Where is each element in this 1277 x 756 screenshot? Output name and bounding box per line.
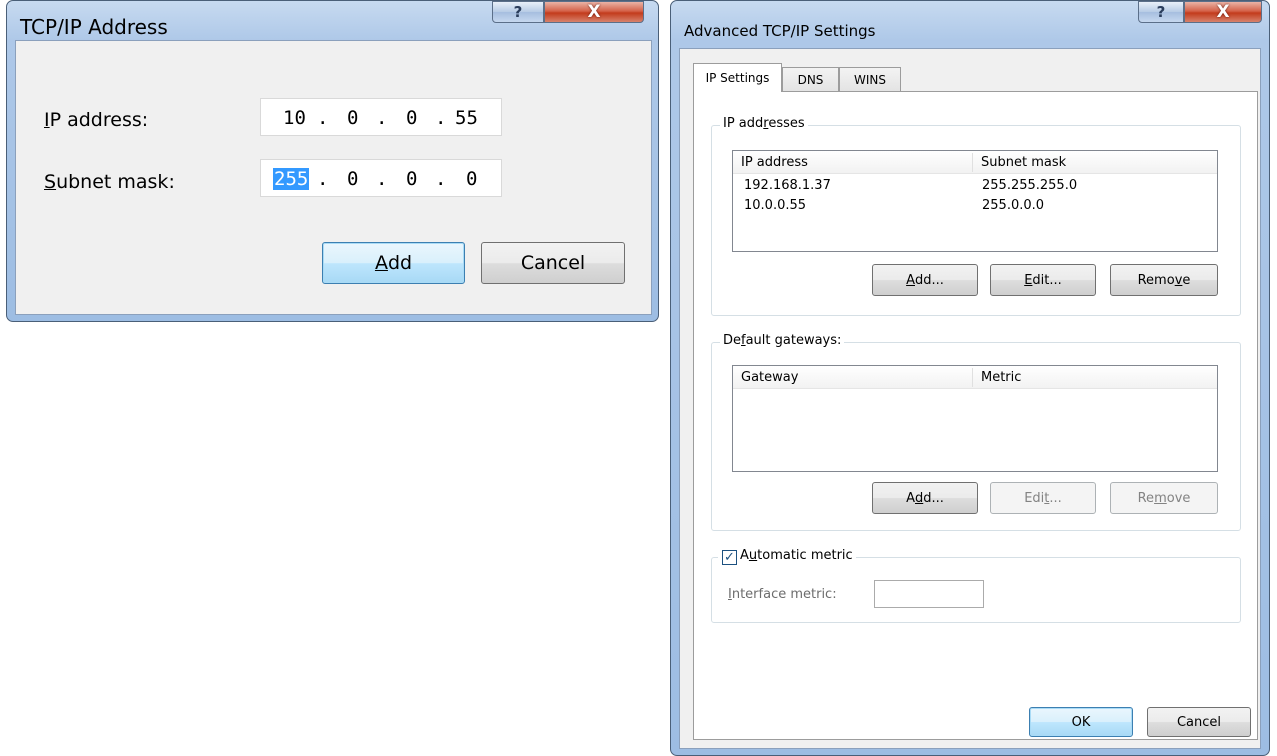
ip-remove-button[interactable]: Remo v e xyxy=(1110,264,1218,296)
tab-ip-settings[interactable]: IP Settings xyxy=(693,63,782,92)
column-header-gateway[interactable]: Gateway xyxy=(733,366,973,389)
close-icon: X xyxy=(587,2,601,22)
tab-dns[interactable]: DNS xyxy=(782,67,839,92)
row-ip: 10.0.0.55 xyxy=(744,198,807,213)
checkmark-icon: ✓ xyxy=(724,550,735,565)
tcpip-address-dialog: TCP/IP Address ? X IP address: 10 . 0 . … xyxy=(6,0,659,322)
gateway-add-button[interactable]: Ad d... xyxy=(872,482,978,514)
gateway-edit-button[interactable]: Edi t... xyxy=(990,482,1096,514)
advanced-tcpip-dialog: Advanced TCP/IP Settings ? X IP Settings… xyxy=(670,0,1270,756)
column-header-metric[interactable]: Metric xyxy=(973,366,1213,389)
ip-octet-2[interactable]: 0 xyxy=(347,107,358,129)
row-mask: 255.0.0.0 xyxy=(982,198,1045,213)
close-button[interactable]: X xyxy=(1184,1,1262,23)
gateway-remove-button[interactable]: Re m ove xyxy=(1110,482,1218,514)
mask-dot: . xyxy=(317,168,329,190)
dialog-title: Advanced TCP/IP Settings xyxy=(684,22,876,40)
gateway-list[interactable]: Gateway Metric xyxy=(732,365,1218,472)
ip-address-list[interactable]: IP address Subnet mask 192.168.1.37 255.… xyxy=(732,150,1218,252)
dialog-body: IP Settings DNS WINS IP addresses IP add… xyxy=(679,48,1261,749)
column-header-subnet-mask[interactable]: Subnet mask xyxy=(973,151,1213,174)
tab-wins[interactable]: WINS xyxy=(839,67,901,92)
ip-addresses-group-label: IP addresses xyxy=(720,116,808,131)
cancel-button[interactable]: Cancel xyxy=(1147,707,1251,737)
mask-octet-1-selected[interactable]: 255 xyxy=(273,168,310,190)
list-row[interactable]: 192.168.1.37 255.255.255.0 xyxy=(733,176,1217,196)
cancel-button[interactable]: Cancel xyxy=(481,242,625,284)
list-row[interactable]: 10.0.0.55 255.0.0.0 xyxy=(733,196,1217,216)
help-button[interactable]: ? xyxy=(492,1,544,23)
interface-metric-input[interactable] xyxy=(874,580,984,608)
subnet-mask-input[interactable]: 255 . 0 . 0 . 0 xyxy=(260,159,502,197)
interface-metric-label: Interface metric: xyxy=(728,587,837,602)
subnet-mask-label: Subnet mask: xyxy=(44,171,175,193)
tab-panel-ip-settings: IP addresses IP address Subnet mask 192.… xyxy=(693,91,1258,740)
help-icon: ? xyxy=(513,3,523,21)
ip-address-input[interactable]: 10 . 0 . 0 . 55 xyxy=(260,98,502,136)
automatic-metric-checkbox[interactable]: ✓ xyxy=(722,550,737,565)
mask-octet-3[interactable]: 0 xyxy=(406,168,417,190)
close-icon: X xyxy=(1216,2,1230,22)
ip-dot: . xyxy=(435,107,447,129)
ok-button[interactable]: OK xyxy=(1029,707,1133,737)
dialog-body: IP address: 10 . 0 . 0 . 55 Subnet mask:… xyxy=(15,40,652,315)
mask-dot: . xyxy=(376,168,388,190)
ip-address-label: IP address: xyxy=(44,109,149,131)
dialog-title: TCP/IP Address xyxy=(20,15,168,39)
column-header-ip-address[interactable]: IP address xyxy=(733,151,973,174)
automatic-metric-label[interactable]: Automatic metric xyxy=(718,548,856,563)
list-header: Gateway Metric xyxy=(733,366,1217,389)
row-ip: 192.168.1.37 xyxy=(744,178,831,193)
ip-edit-button[interactable]: Edit... xyxy=(990,264,1096,296)
ip-dot: . xyxy=(376,107,388,129)
ip-add-button[interactable]: Add... xyxy=(872,264,978,296)
mask-dot: . xyxy=(435,168,447,190)
title-bar[interactable]: Advanced TCP/IP Settings ? X xyxy=(671,1,1269,40)
add-button[interactable]: Add xyxy=(322,242,465,284)
ip-dot: . xyxy=(317,107,329,129)
mask-octet-2[interactable]: 0 xyxy=(347,168,358,190)
title-bar[interactable]: TCP/IP Address ? X xyxy=(7,1,658,39)
default-gateways-group-label: Default gateways: xyxy=(720,333,845,348)
close-button[interactable]: X xyxy=(544,1,644,23)
row-mask: 255.255.255.0 xyxy=(982,178,1078,193)
help-button[interactable]: ? xyxy=(1138,1,1184,23)
ip-octet-4[interactable]: 55 xyxy=(455,107,478,129)
list-header: IP address Subnet mask xyxy=(733,151,1217,174)
ip-octet-1[interactable]: 10 xyxy=(283,107,306,129)
mask-octet-4[interactable]: 0 xyxy=(466,168,477,190)
help-icon: ? xyxy=(1156,3,1166,21)
ip-octet-3[interactable]: 0 xyxy=(406,107,417,129)
